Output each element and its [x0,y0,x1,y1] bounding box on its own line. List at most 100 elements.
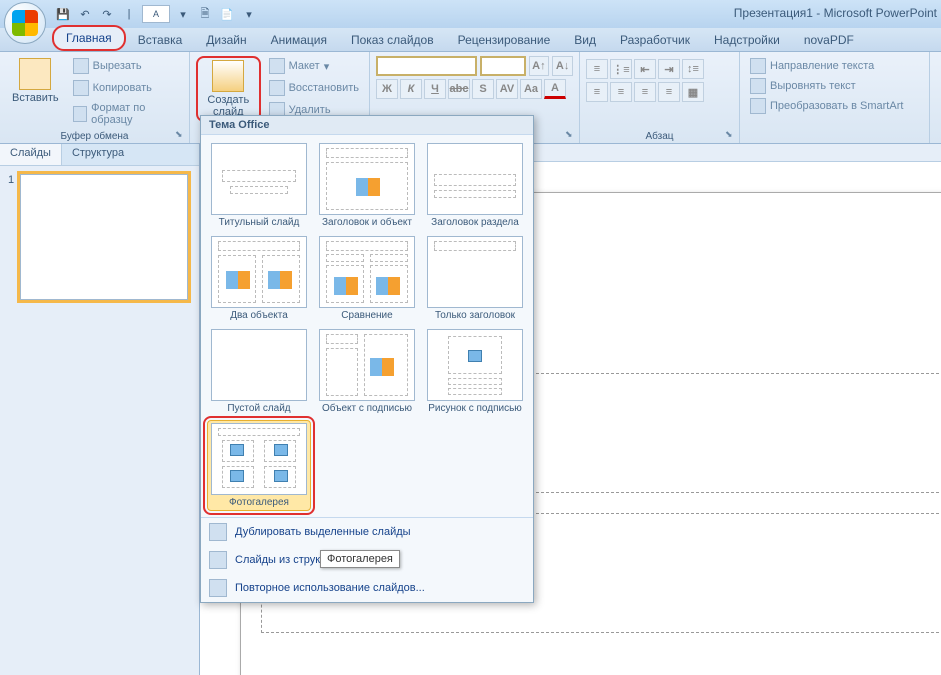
layout-label: Рисунок с подписью [428,403,522,414]
tab-anim[interactable]: Анимация [259,29,339,51]
office-button[interactable] [4,2,46,44]
clipboard-launcher-icon[interactable]: ⬊ [175,129,187,141]
new-slide-button[interactable]: Создать слайд [196,56,261,122]
reuse-label: Повторное использование слайдов... [235,582,425,594]
layout-title-slide[interactable]: Титульный слайд [207,141,311,230]
layout-title-content[interactable]: Заголовок и объект [315,141,419,230]
paste-label: Вставить [12,92,59,104]
dup-label: Дублировать выделенные слайды [235,526,411,538]
tab-view[interactable]: Вид [562,29,608,51]
qat-dropdown-icon[interactable]: ▾ [174,5,192,23]
layout-content-caption[interactable]: Объект с подписью [315,327,419,416]
print-preview-icon[interactable]: 🗎 [196,5,214,23]
line-spacing-button[interactable]: ↕≡ [682,59,704,79]
font-launcher-icon[interactable]: ⬊ [565,129,577,141]
layout-preview [427,143,523,215]
shadow-button[interactable]: S [472,79,494,99]
thumb-number: 1 [8,174,14,300]
text-direction-button[interactable]: Направление текста [746,56,923,76]
tab-addins[interactable]: Надстройки [702,29,792,51]
qat-font-box[interactable]: A [142,5,170,23]
layout-section-header[interactable]: Заголовок раздела [423,141,527,230]
align-right-button[interactable]: ≡ [634,82,656,102]
tab-insert[interactable]: Вставка [126,29,195,51]
quick-access-toolbar: 💾 ↶ ↷ | A ▾ 🗎 📄 ▾ [54,5,258,23]
layout-label: Пустой слайд [227,403,290,414]
copy-icon [73,80,89,96]
reset-button[interactable]: Восстановить [265,78,363,98]
reuse-icon [209,579,227,597]
tab-dev[interactable]: Разработчик [608,29,702,51]
undo-icon[interactable]: ↶ [76,5,94,23]
shrink-font-button[interactable]: A↓ [552,56,573,76]
para-launcher-icon[interactable]: ⬊ [725,129,737,141]
spacing-button[interactable]: AV [496,79,518,99]
font-size-combo[interactable] [480,56,525,76]
layout-preview [211,236,307,308]
align-center-button[interactable]: ≡ [610,82,632,102]
columns-button[interactable]: ▦ [682,82,704,102]
underline-button[interactable]: Ч [424,79,446,99]
indent-dec-button[interactable]: ⇤ [634,59,656,79]
new-doc-icon[interactable]: 📄 [218,5,236,23]
cut-button[interactable]: Вырезать [69,56,183,76]
copy-button[interactable]: Копировать [69,78,183,98]
slide-thumbnail[interactable]: 1 [8,174,191,300]
smartart-button[interactable]: Преобразовать в SmartArt [746,96,923,116]
layout-two-content[interactable]: Два объекта [207,234,311,323]
indent-inc-button[interactable]: ⇥ [658,59,680,79]
justify-button[interactable]: ≡ [658,82,680,102]
format-painter-button[interactable]: Формат по образцу [69,100,183,128]
case-button[interactable]: Aa [520,79,542,99]
brush-icon [73,106,87,122]
layout-label: Макет [289,60,320,72]
numbering-button[interactable]: ⋮≡ [610,59,632,79]
align-left-button[interactable]: ≡ [586,82,608,102]
duplicate-slides-item[interactable]: Дублировать выделенные слайды [201,518,533,546]
reset-icon [269,80,285,96]
redo-icon[interactable]: ↷ [98,5,116,23]
italic-button[interactable]: К [400,79,422,99]
pane-tab-slides[interactable]: Слайды [0,144,62,165]
font-name-combo[interactable] [376,56,477,76]
layout-blank[interactable]: Пустой слайд [207,327,311,416]
para-group-label: Абзац [580,131,739,142]
pane-tab-outline[interactable]: Структура [62,144,134,165]
layout-photo-gallery[interactable]: Фотогалерея [207,420,311,511]
layout-picture-caption[interactable]: Рисунок с подписью [423,327,527,416]
bold-button[interactable]: Ж [376,79,398,99]
paste-button[interactable]: Вставить [6,56,65,128]
layout-preview [211,423,307,495]
fmt-label: Формат по образцу [91,102,179,126]
window-title: Презентация1 - Microsoft PowerPoint [734,6,937,20]
layout-label: Титульный слайд [219,217,300,228]
tab-show[interactable]: Показ слайдов [339,29,446,51]
grow-font-button[interactable]: A↑ [529,56,550,76]
tab-main[interactable]: Главная [52,25,126,51]
tab-design[interactable]: Дизайн [194,29,258,51]
bullets-button[interactable]: ≡ [586,59,608,79]
cut-icon [73,58,89,74]
tab-nova[interactable]: novaPDF [792,29,866,51]
layout-comparison[interactable]: Сравнение [315,234,419,323]
save-icon[interactable]: 💾 [54,5,72,23]
strike-button[interactable]: abc [448,79,470,99]
text-dir-icon [750,58,766,74]
layout-preview [427,236,523,308]
gallery-header: Тема Office [201,116,533,135]
layout-button[interactable]: Макет▾ [265,56,363,76]
layout-label: Заголовок и объект [322,217,412,228]
office-logo-icon [12,10,38,36]
group-clipboard: Вставить Вырезать Копировать Формат по о… [0,52,190,143]
qat-sep: | [120,5,138,23]
layout-gallery: Тема Office Титульный слайд Заголовок и … [200,115,534,603]
tab-review[interactable]: Рецензирование [446,29,563,51]
qat-more-icon[interactable]: ▾ [240,5,258,23]
copy-label: Копировать [93,82,152,94]
cut-label: Вырезать [93,60,142,72]
font-color-button[interactable]: A [544,79,566,99]
layout-title-only[interactable]: Только заголовок [423,234,527,323]
reuse-slides-item[interactable]: Повторное использование слайдов... [201,574,533,602]
align-text-button[interactable]: Выровнять текст [746,76,923,96]
paste-icon [19,58,51,90]
